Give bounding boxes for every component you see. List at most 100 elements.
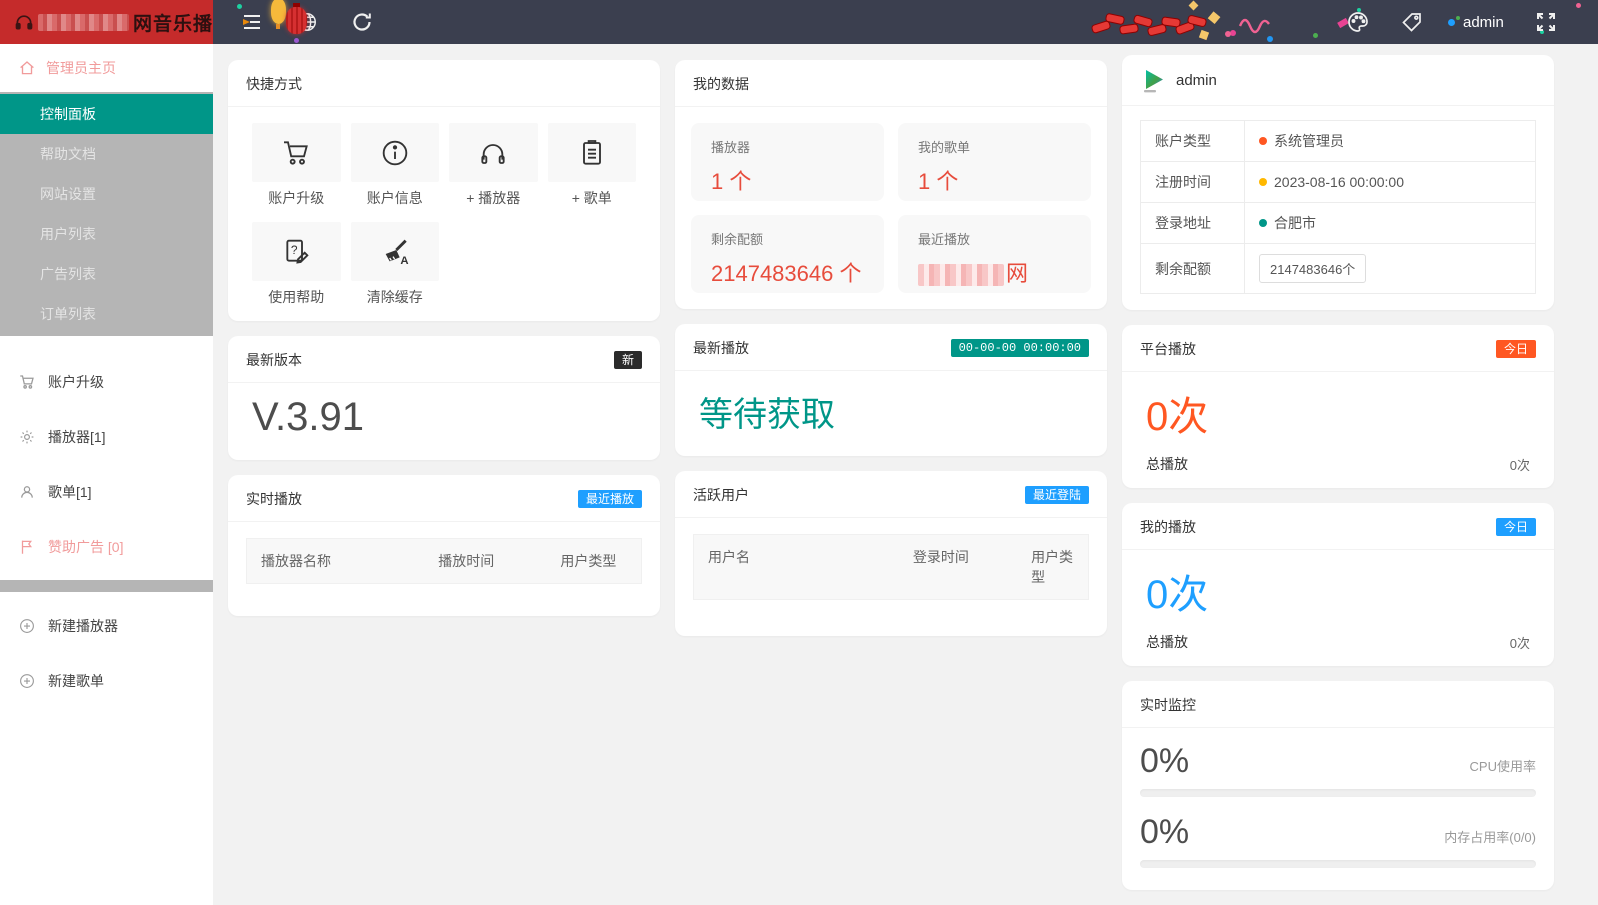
sidebar-item-label: 播放器[1] [48,427,106,447]
shortcut-account-info[interactable]: 账户信息 [351,123,440,208]
empty-table-body [228,590,660,616]
shortcut-add-player[interactable]: + 播放器 [449,123,538,208]
table-row: 剩余配额 2147483646个 [1141,244,1536,294]
memory-progress-bar [1140,860,1536,868]
headphones-logo-icon [14,12,34,32]
sidebar: 管理员主页 控制面板 帮助文档 网站设置 用户列表 广告列表 订单列表 账户升级… [0,44,213,905]
active-users-table-header: 用户名 登录时间 用户类型 [693,534,1089,600]
plus-circle-icon [18,672,36,690]
collapse-menu-icon[interactable] [240,10,264,34]
sidebar-item-account-upgrade[interactable]: 账户升级 [0,354,213,409]
new-badge: 新 [614,351,642,369]
user-menu[interactable]: admin [1448,0,1504,44]
sidebar-item-label: 账户升级 [48,372,104,392]
sidebar-item-new-player[interactable]: 新建播放器 [0,598,213,653]
info-icon [379,137,411,169]
confetti-dot [1576,3,1581,8]
cpu-usage-label: CPU使用率 [1470,756,1536,781]
today-badge[interactable]: 今日 [1496,340,1536,358]
sidebar-item-user-list[interactable]: 用户列表 [0,214,213,254]
plus-circle-icon [18,617,36,635]
firecracker-decoration [1090,5,1240,45]
clipboard-icon [576,137,608,169]
sidebar-item-dashboard[interactable]: 控制面板 [0,94,213,134]
memory-usage-label: 内存占用率(0/0) [1444,827,1536,852]
cart-icon [18,373,36,391]
profile-username: admin [1176,72,1217,89]
top-navbar: 网音乐播 [0,0,1598,44]
sidebar-item-label: 新建播放器 [48,616,118,636]
headphones-icon [477,137,509,169]
user-status-dot [1448,19,1455,26]
card-title: 最新版本 [246,350,302,370]
gear-icon [18,428,36,446]
stat-players: 播放器 1 个 [691,123,884,201]
home-icon [18,59,36,77]
confetti-dot [1225,31,1231,37]
fullscreen-icon[interactable] [1534,10,1558,34]
cpu-progress-bar [1140,789,1536,797]
confetti-dot [237,4,242,9]
table-row: 登录地址 合肥市 [1141,203,1536,244]
refresh-icon[interactable] [350,10,374,34]
shortcut-account-upgrade[interactable]: 账户升级 [252,123,341,208]
user-icon [18,483,36,501]
shortcuts-card: 快捷方式 账户升级 账户信息 + 播放器 [228,60,660,321]
stat-remaining-quota: 剩余配额 2147483646 个 [691,215,884,293]
realtime-play-card: 实时播放 最近播放 播放器名称 播放时间 用户类型 [228,475,660,616]
total-play-value: 0次 [1510,633,1530,652]
my-data-card: 我的数据 播放器 1 个 我的歌单 1 个 剩余配额 2147483646 个 … [675,60,1107,309]
empty-table-body [675,606,1107,636]
sidebar-item-players[interactable]: 播放器[1] [0,409,213,464]
avatar [1140,67,1166,93]
admin-profile-card: admin 账户类型 系统管理员 注册时间 2023-08-16 00:00:0… [1122,55,1554,310]
sidebar-item-playlists[interactable]: 歌单[1] [0,464,213,519]
streamer-decoration [1238,14,1272,34]
recent-login-badge[interactable]: 最近登陆 [1025,486,1089,504]
card-title: 最新播放 [693,338,749,358]
realtime-play-table-header: 播放器名称 播放时间 用户类型 [246,538,642,584]
cart-icon [280,137,312,169]
sidebar-item-label: 管理员主页 [46,58,116,78]
flag-icon [18,538,36,556]
profile-table: 账户类型 系统管理员 注册时间 2023-08-16 00:00:00 登录地址… [1140,120,1536,294]
theme-palette-icon[interactable] [1346,10,1370,34]
sidebar-item-label: 歌单[1] [48,482,92,502]
tag-icon[interactable] [1400,10,1424,34]
confetti-dot [1313,33,1318,38]
sidebar-item-sponsor-ads[interactable]: 赞助广告 [0] [0,519,213,574]
confetti-sparkle [1189,1,1199,11]
username: admin [1463,14,1504,31]
sidebar-item-ad-list[interactable]: 广告列表 [0,254,213,294]
table-row: 账户类型 系统管理员 [1141,121,1536,162]
sidebar-item-order-list[interactable]: 订单列表 [0,294,213,334]
sidebar-item-admin-home[interactable]: 管理员主页 [0,44,213,92]
svg-text:A: A [400,255,408,267]
card-title: 快捷方式 [246,74,302,94]
help-doc-icon: ? [280,236,312,268]
platform-play-card: 平台播放 今日 0次 总播放 0次 [1122,325,1554,488]
status-dot [1259,219,1267,227]
card-title: 我的播放 [1140,517,1196,537]
recent-play-badge[interactable]: 最近播放 [578,490,642,508]
censored-text [918,264,1004,286]
shortcut-usage-help[interactable]: ? 使用帮助 [252,222,341,307]
latest-play-status: 等待获取 [699,396,835,434]
sidebar-item-site-settings[interactable]: 网站设置 [0,174,213,214]
shortcut-clear-cache[interactable]: A 清除缓存 [351,222,440,307]
shortcut-add-playlist[interactable]: + 歌单 [548,123,637,208]
monitor-card: 实时监控 0% CPU使用率 0% 内存占用率(0/0) [1122,681,1554,890]
sidebar-item-new-playlist[interactable]: 新建歌单 [0,653,213,708]
card-title: 实时播放 [246,489,302,509]
version-number: V.3.91 [252,395,364,439]
globe-icon[interactable] [296,11,318,33]
sidebar-item-label: 新建歌单 [48,671,104,691]
app-logo[interactable]: 网音乐播 [0,0,213,44]
sidebar-item-help-docs[interactable]: 帮助文档 [0,134,213,174]
today-badge[interactable]: 今日 [1496,518,1536,536]
stat-my-playlists: 我的歌单 1 个 [898,123,1091,201]
total-play-label: 总播放 [1146,454,1188,474]
status-dot [1259,137,1267,145]
broom-icon: A [379,236,411,268]
my-play-count: 0次 [1146,573,1208,617]
